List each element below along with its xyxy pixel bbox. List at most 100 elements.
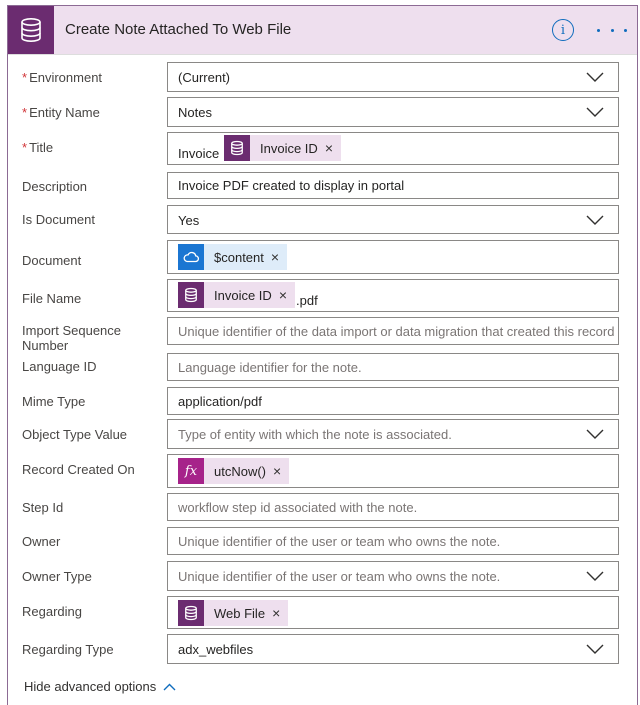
- remove-token-icon[interactable]: ×: [271, 249, 279, 265]
- invoice-id-token[interactable]: Invoice ID ×: [224, 135, 341, 161]
- description-input[interactable]: Invoice PDF created to display in portal: [167, 172, 619, 199]
- entity-name-dropdown[interactable]: Notes: [167, 97, 619, 127]
- entity-name-value: Notes: [178, 105, 212, 120]
- row-document: Document $content ×: [8, 239, 637, 277]
- row-is-document: Is Document Yes: [8, 204, 637, 236]
- remove-token-icon[interactable]: ×: [325, 140, 333, 156]
- environment-dropdown[interactable]: (Current): [167, 62, 619, 92]
- content-token[interactable]: $content ×: [178, 244, 288, 270]
- label-entity-name: * Entity Name: [22, 105, 100, 120]
- label-environment: * Environment: [22, 70, 103, 85]
- utcnow-token[interactable]: fx utcNow() ×: [178, 458, 290, 484]
- regarding-type-value: adx_webfiles: [178, 642, 254, 657]
- label-owner-type: Owner Type: [22, 569, 92, 584]
- label-import-sequence: Import Sequence Number: [22, 323, 122, 353]
- language-id-input[interactable]: Language identifier for the note.: [167, 353, 619, 381]
- import-sequence-input[interactable]: Unique identifier of the data import or …: [167, 317, 619, 345]
- invoice-id-token[interactable]: Invoice ID ×: [178, 282, 295, 308]
- row-record-created: Record Created On fx utcNow() ×: [8, 453, 637, 491]
- hide-advanced-options-link[interactable]: Hide advanced options: [24, 679, 176, 694]
- regarding-type-dropdown[interactable]: adx_webfiles: [167, 634, 619, 664]
- is-document-dropdown[interactable]: Yes: [167, 205, 619, 234]
- mime-type-value: application/pdf: [178, 394, 262, 409]
- row-import-sequence: Import Sequence Number Unique identifier…: [8, 316, 637, 353]
- label-language-id: Language ID: [22, 359, 97, 374]
- environment-value: (Current): [178, 70, 231, 85]
- row-regarding: Regarding Web File ×: [8, 595, 637, 631]
- expression-fx-icon: fx: [178, 458, 204, 484]
- remove-token-icon[interactable]: ×: [279, 287, 287, 303]
- row-environment: * Environment (Current): [8, 61, 637, 93]
- row-description: Description Invoice PDF created to displ…: [8, 171, 637, 199]
- action-card: Create Note Attached To Web File i * Envi…: [7, 5, 638, 705]
- action-header[interactable]: Create Note Attached To Web File i: [8, 6, 637, 55]
- row-title: * Title Invoice Invoice ID ×: [8, 131, 637, 167]
- chevron-down-icon: [586, 72, 604, 82]
- label-owner: Owner: [22, 534, 61, 549]
- dataverse-icon: [8, 6, 54, 54]
- import-sequence-placeholder: Unique identifier of the data import or …: [178, 324, 614, 339]
- more-options-icon[interactable]: [597, 20, 627, 40]
- token-label: Invoice ID: [260, 140, 318, 156]
- chevron-down-icon: [586, 429, 604, 439]
- step-id-placeholder: workflow step id associated with the not…: [178, 500, 418, 515]
- owner-input[interactable]: Unique identifier of the user or team wh…: [167, 527, 619, 555]
- action-title: Create Note Attached To Web File: [65, 21, 292, 38]
- description-value: Invoice PDF created to display in portal: [178, 178, 405, 193]
- remove-token-icon[interactable]: ×: [272, 605, 280, 621]
- step-id-input[interactable]: workflow step id associated with the not…: [167, 493, 619, 521]
- owner-placeholder: Unique identifier of the user or team wh…: [178, 534, 501, 549]
- label-regarding-type: Regarding Type: [22, 642, 114, 657]
- mime-type-input[interactable]: application/pdf: [167, 387, 619, 415]
- document-input[interactable]: $content ×: [167, 240, 619, 274]
- owner-type-dropdown[interactable]: Unique identifier of the user or team wh…: [167, 561, 619, 591]
- row-owner-type: Owner Type Unique identifier of the user…: [8, 560, 637, 592]
- remove-token-icon[interactable]: ×: [273, 463, 281, 479]
- row-step-id: Step Id workflow step id associated with…: [8, 492, 637, 522]
- is-document-value: Yes: [178, 213, 200, 228]
- web-file-token[interactable]: Web File ×: [178, 600, 289, 626]
- owner-type-placeholder: Unique identifier of the user or team wh…: [178, 569, 501, 584]
- label-file-name: File Name: [22, 291, 82, 306]
- dataverse-icon: [178, 600, 204, 626]
- row-regarding-type: Regarding Type adx_webfiles: [8, 633, 637, 665]
- row-language-id: Language ID Language identifier for the …: [8, 352, 637, 382]
- label-object-type: Object Type Value: [22, 427, 128, 442]
- dataverse-icon: [178, 282, 204, 308]
- chevron-down-icon: [586, 215, 604, 225]
- title-input[interactable]: Invoice Invoice ID ×: [167, 132, 619, 165]
- dataverse-icon: [224, 135, 250, 161]
- row-entity-name: * Entity Name Notes: [8, 96, 637, 128]
- row-file-name: File Name Invoice ID × .pdf: [8, 278, 637, 314]
- label-is-document: Is Document: [22, 212, 95, 227]
- object-type-placeholder: Type of entity with which the note is as…: [178, 427, 452, 442]
- onedrive-cloud-icon: [178, 244, 204, 270]
- record-created-input[interactable]: fx utcNow() ×: [167, 454, 619, 488]
- title-prefix-text: Invoice: [178, 146, 220, 161]
- token-label: Invoice ID: [214, 287, 272, 303]
- label-regarding: Regarding: [22, 604, 82, 619]
- hide-advanced-label: Hide advanced options: [24, 679, 157, 694]
- file-name-suffix: .pdf: [296, 293, 318, 308]
- token-label: utcNow(): [214, 463, 267, 479]
- label-step-id: Step Id: [22, 500, 64, 515]
- label-record-created: Record Created On: [22, 462, 135, 477]
- regarding-input[interactable]: Web File ×: [167, 596, 619, 629]
- chevron-up-icon: [163, 683, 176, 690]
- object-type-dropdown[interactable]: Type of entity with which the note is as…: [167, 419, 619, 449]
- label-title: * Title: [22, 140, 54, 155]
- label-description: Description: [22, 179, 88, 194]
- file-name-input[interactable]: Invoice ID × .pdf: [167, 279, 619, 312]
- chevron-down-icon: [586, 571, 604, 581]
- row-object-type: Object Type Value Type of entity with wh…: [8, 418, 637, 450]
- token-label: Web File: [214, 605, 266, 621]
- language-id-placeholder: Language identifier for the note.: [178, 360, 362, 375]
- chevron-down-icon: [586, 644, 604, 654]
- chevron-down-icon: [586, 107, 604, 117]
- info-icon[interactable]: i: [552, 19, 574, 41]
- label-document: Document: [22, 253, 82, 268]
- row-mime-type: Mime Type application/pdf: [8, 386, 637, 416]
- label-mime-type: Mime Type: [22, 394, 86, 409]
- row-owner: Owner Unique identifier of the user or t…: [8, 526, 637, 556]
- token-label: $content: [214, 249, 264, 265]
